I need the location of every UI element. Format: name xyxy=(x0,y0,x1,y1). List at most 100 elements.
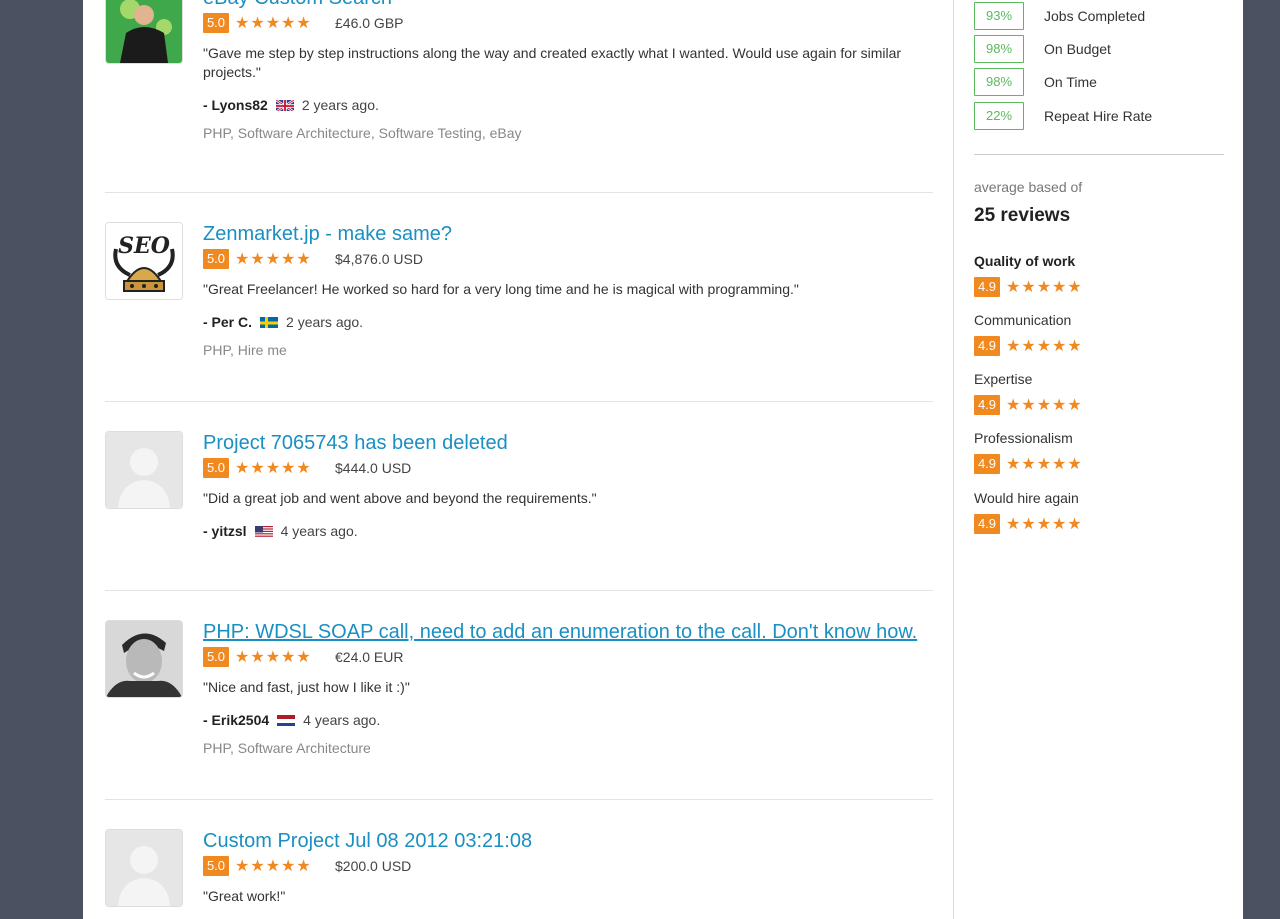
category-rating: 4.9 ★★★★★ xyxy=(974,336,1083,356)
review-byline: - Lyons82 2 years ago. xyxy=(203,96,933,114)
rating-badge: 5.0 xyxy=(203,13,229,33)
reviewer-avatar[interactable]: SEO xyxy=(105,222,183,300)
star-rating-icon: ★★★★★ xyxy=(235,251,312,268)
star-rating-icon: ★★★★★ xyxy=(235,858,312,875)
category-expertise: Expertise 4.9 ★★★★★ xyxy=(974,371,1083,415)
review-skills: PHP, Software Architecture, Software Tes… xyxy=(203,125,522,141)
reviewer-name[interactable]: - Lyons82 xyxy=(203,97,268,113)
category-rating: 4.9 ★★★★★ xyxy=(974,514,1083,534)
category-rating: 4.9 ★★★★★ xyxy=(974,454,1083,474)
uk-flag-icon xyxy=(275,99,294,111)
average-label: average based of xyxy=(974,179,1083,195)
review-comment: "Did a great job and went above and beyo… xyxy=(203,490,597,506)
page-panel: eBay Custom Search 5.0 ★★★★★ £46.0 GBP "… xyxy=(83,0,1243,919)
star-rating-icon: ★★★★★ xyxy=(1006,456,1083,473)
stat-label: On Time xyxy=(1044,74,1097,90)
review-byline: - Erik2504 4 years ago. xyxy=(203,711,933,729)
review-comment: "Nice and fast, just how I like it :)" xyxy=(203,679,410,695)
stat-jobs-completed: 93% Jobs Completed xyxy=(974,1,1145,31)
review-project-title[interactable]: Project 7065743 has been deleted xyxy=(203,431,933,455)
svg-text:SEO: SEO xyxy=(118,233,170,259)
category-rating: 4.9 ★★★★★ xyxy=(974,395,1083,415)
stat-label: On Budget xyxy=(1044,41,1111,57)
stat-label: Repeat Hire Rate xyxy=(1044,108,1153,124)
category-professionalism: Professionalism 4.9 ★★★★★ xyxy=(974,430,1083,474)
project-price: €24.0 EUR xyxy=(335,649,404,665)
stat-label: Jobs Completed xyxy=(1044,8,1146,24)
review-count: 25 reviews xyxy=(974,205,1071,226)
star-rating-icon: ★★★★★ xyxy=(1006,338,1083,355)
review-date: 2 years ago. xyxy=(301,97,379,113)
reviewer-name[interactable]: - yitzsl xyxy=(203,523,247,539)
rating-badge: 4.9 xyxy=(974,454,1000,474)
stat-percentage: 98% xyxy=(974,68,1024,96)
review-rating-row: 5.0 ★★★★★ $4,876.0 USD xyxy=(203,248,933,270)
review-project-title[interactable]: eBay Custom Search xyxy=(203,0,933,10)
review-skills: PHP, Software Architecture xyxy=(203,740,371,756)
stat-on-budget: 98% On Budget xyxy=(974,34,1111,64)
rating-badge: 4.9 xyxy=(974,514,1000,534)
rating-badge: 5.0 xyxy=(203,249,229,269)
review-byline: - yitzsl 4 years ago. xyxy=(203,522,933,540)
review-project-title[interactable]: PHP: WDSL SOAP call, need to add an enum… xyxy=(203,620,933,644)
reviews-list: eBay Custom Search 5.0 ★★★★★ £46.0 GBP "… xyxy=(83,0,953,919)
project-price: $444.0 USD xyxy=(335,460,412,476)
category-label: Expertise xyxy=(974,371,1033,387)
category-label: Professionalism xyxy=(974,430,1073,446)
reviewer-avatar[interactable] xyxy=(105,0,183,64)
rating-badge: 4.9 xyxy=(974,277,1000,297)
stat-repeat-hire-rate: 22% Repeat Hire Rate xyxy=(974,101,1152,131)
review-date: 2 years ago. xyxy=(286,314,364,330)
category-label: Quality of work xyxy=(974,253,1076,269)
star-rating-icon: ★★★★★ xyxy=(235,15,312,32)
reviewer-avatar-placeholder[interactable] xyxy=(105,829,183,907)
project-price: $200.0 USD xyxy=(335,858,412,874)
review-comment: "Great Freelancer! He worked so hard for… xyxy=(203,281,799,297)
review-rating-row: 5.0 ★★★★★ £46.0 GBP xyxy=(203,12,933,34)
review-rating-row: 5.0 ★★★★★ $200.0 USD xyxy=(203,855,933,877)
sweden-flag-icon xyxy=(260,316,279,328)
netherlands-flag-icon xyxy=(277,714,296,726)
stat-percentage: 93% xyxy=(974,2,1024,30)
reviewer-avatar-placeholder[interactable] xyxy=(105,431,183,509)
category-label: Communication xyxy=(974,312,1072,328)
star-rating-icon: ★★★★★ xyxy=(1006,279,1083,296)
star-rating-icon: ★★★★★ xyxy=(235,460,312,477)
stat-percentage: 22% xyxy=(974,102,1024,130)
review-divider xyxy=(105,401,933,402)
star-rating-icon: ★★★★★ xyxy=(235,649,312,666)
project-price: $4,876.0 USD xyxy=(335,251,423,267)
category-would-hire-again: Would hire again 4.9 ★★★★★ xyxy=(974,490,1083,534)
review-divider xyxy=(105,192,933,193)
review-byline: - Per C. 2 years ago. xyxy=(203,313,933,331)
stat-percentage: 98% xyxy=(974,35,1024,63)
category-quality-of-work: Quality of work 4.9 ★★★★★ xyxy=(974,253,1083,297)
category-rating: 4.9 ★★★★★ xyxy=(974,277,1083,297)
reviewer-avatar[interactable] xyxy=(105,620,183,698)
project-price: £46.0 GBP xyxy=(335,15,404,31)
category-communication: Communication 4.9 ★★★★★ xyxy=(974,312,1083,356)
review-comment: "Gave me step by step instructions along… xyxy=(203,45,902,80)
review-comment: "Great work!" xyxy=(203,888,286,904)
us-flag-icon xyxy=(254,525,273,537)
review-project-title[interactable]: Custom Project Jul 08 2012 03:21:08 xyxy=(203,829,933,853)
rating-badge: 5.0 xyxy=(203,647,229,667)
review-date: 4 years ago. xyxy=(303,712,381,728)
review-rating-row: 5.0 ★★★★★ $444.0 USD xyxy=(203,457,933,479)
review-rating-row: 5.0 ★★★★★ €24.0 EUR xyxy=(203,646,933,668)
rating-badge: 4.9 xyxy=(974,336,1000,356)
star-rating-icon: ★★★★★ xyxy=(1006,397,1083,414)
review-skills: PHP, Hire me xyxy=(203,342,287,358)
rating-badge: 4.9 xyxy=(974,395,1000,415)
stat-on-time: 98% On Time xyxy=(974,67,1097,97)
reviewer-name[interactable]: - Erik2504 xyxy=(203,712,269,728)
review-divider xyxy=(105,799,933,800)
review-date: 4 years ago. xyxy=(280,523,358,539)
rating-badge: 5.0 xyxy=(203,458,229,478)
column-divider xyxy=(953,0,954,919)
category-label: Would hire again xyxy=(974,490,1079,506)
review-project-title[interactable]: Zenmarket.jp - make same? xyxy=(203,222,933,246)
reviewer-name[interactable]: - Per C. xyxy=(203,314,252,330)
rating-badge: 5.0 xyxy=(203,856,229,876)
star-rating-icon: ★★★★★ xyxy=(1006,516,1083,533)
